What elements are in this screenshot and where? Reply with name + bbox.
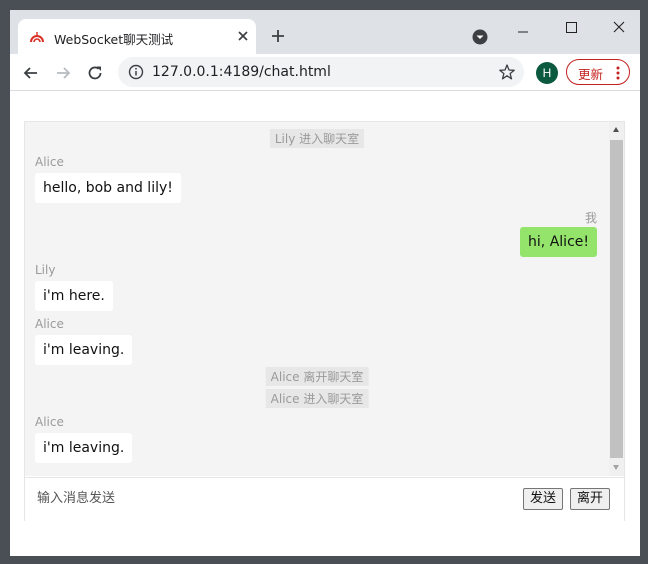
reload-icon[interactable] — [86, 64, 104, 82]
message-sender: Lily — [35, 263, 56, 277]
message-input-area: 发送 离开 — [25, 477, 624, 521]
scroll-thumb[interactable] — [610, 140, 623, 458]
forward-arrow-icon[interactable] — [54, 64, 72, 82]
system-message: Lily 进入聊天室 — [269, 129, 365, 148]
message-bubble-self: hi, Alice! — [520, 227, 597, 257]
browser-window: WebSocket聊天测试 127.0.0.1:4189/chat.html H… — [10, 10, 640, 556]
address-bar[interactable]: 127.0.0.1:4189/chat.html — [118, 57, 524, 87]
message-scrollbar[interactable] — [609, 122, 624, 476]
maximize-icon[interactable] — [556, 18, 586, 38]
new-tab-plus-icon[interactable] — [268, 26, 288, 46]
url-text[interactable]: 127.0.0.1:4189/chat.html — [152, 64, 331, 80]
leave-button[interactable]: 离开 — [570, 488, 611, 510]
system-message: Alice 离开聊天室 — [265, 367, 369, 386]
tab-strip: WebSocket聊天测试 — [10, 10, 640, 54]
tab-websocket-chat[interactable]: WebSocket聊天测试 — [18, 19, 256, 54]
page-content: Lily 进入聊天室 Alice hello, bob and lily! 我 … — [10, 91, 640, 556]
close-window-icon[interactable] — [604, 18, 634, 38]
message-list: Lily 进入聊天室 Alice hello, bob and lily! 我 … — [25, 122, 609, 476]
scroll-down-arrow-icon[interactable] — [613, 465, 619, 470]
chat-panel: Lily 进入聊天室 Alice hello, bob and lily! 我 … — [24, 121, 625, 521]
message-bubble: hello, bob and lily! — [35, 173, 181, 203]
watermark: CSDN @Anlige — [506, 531, 624, 550]
kebab-menu-icon — [616, 66, 620, 80]
tab-search-dropdown-icon[interactable] — [472, 29, 488, 45]
update-button[interactable]: 更新 — [566, 59, 630, 85]
message-bubble: i'm leaving. — [35, 335, 133, 365]
back-arrow-icon[interactable] — [22, 64, 40, 82]
message-sender: Alice — [35, 155, 64, 169]
update-label: 更新 — [578, 67, 604, 82]
scroll-up-arrow-icon[interactable] — [613, 127, 619, 132]
minimize-icon[interactable] — [508, 20, 538, 40]
message-sender: Alice — [35, 317, 64, 331]
message-sender-self: 我 — [584, 211, 597, 225]
close-tab-icon[interactable] — [236, 29, 250, 43]
message-input[interactable] — [33, 486, 441, 510]
send-button[interactable]: 发送 — [523, 488, 564, 510]
tab-title: WebSocket聊天测试 — [54, 32, 174, 47]
browser-toolbar: 127.0.0.1:4189/chat.html H 更新 — [10, 54, 640, 90]
message-bubble: i'm leaving. — [35, 433, 133, 463]
profile-avatar[interactable]: H — [536, 62, 558, 84]
rainbow-arc-icon — [30, 32, 44, 43]
site-info-icon[interactable] — [128, 64, 144, 80]
message-bubble: i'm here. — [35, 281, 113, 311]
system-message: Alice 进入聊天室 — [265, 389, 369, 408]
bookmark-star-icon[interactable] — [498, 63, 516, 81]
message-sender: Alice — [35, 415, 64, 429]
